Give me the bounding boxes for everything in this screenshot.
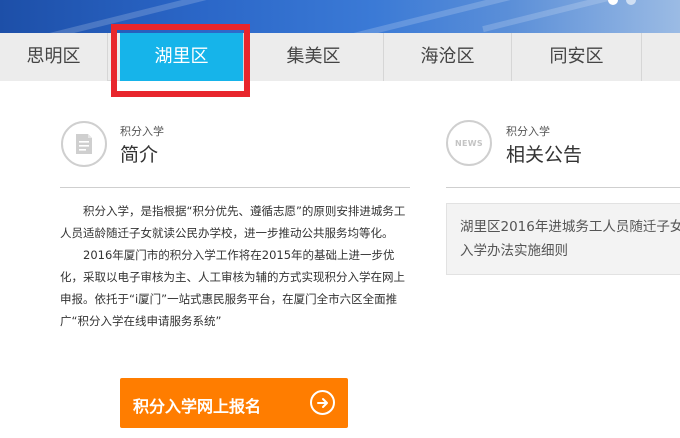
section-title: 相关公告 — [506, 144, 583, 166]
document-icon — [61, 121, 107, 167]
tab-huli[interactable]: 湖里区 — [120, 33, 244, 81]
section-divider — [60, 187, 410, 188]
tab-haicang[interactable]: 海沧区 — [384, 33, 512, 81]
intro-paragraph: 2016年厦门市的积分入学工作将在2015年的基础上进一步优化，采取以电子审核为… — [60, 248, 405, 328]
notice-link-text[interactable]: 湖里区2016年进城务工人员随迁子女 — [460, 215, 680, 239]
carousel-dot[interactable] — [626, 0, 636, 5]
apply-button-label: 积分入学网上报名 — [133, 397, 262, 416]
section-title: 简介 — [120, 144, 159, 166]
section-small-label: 积分入学 — [506, 125, 550, 138]
tab-tongan[interactable]: 同安区 — [512, 33, 642, 81]
carousel-dot[interactable] — [608, 0, 618, 5]
district-tabs: 思明区 湖里区 集美区 海沧区 同安区 — [0, 33, 680, 81]
section-divider — [446, 187, 680, 188]
tab-more[interactable] — [642, 33, 680, 81]
tab-jimei[interactable]: 集美区 — [244, 33, 384, 81]
intro-paragraph: 积分入学，是指根据“积分优先、遵循志愿”的原则安排进城务工人员适龄随迁子女就读公… — [60, 204, 406, 240]
section-small-label: 积分入学 — [120, 125, 164, 138]
banner-image — [0, 0, 680, 33]
news-icon: NEWS — [446, 120, 492, 166]
notice-item[interactable]: 湖里区2016年进城务工人员随迁子女 入学办法实施细则 — [446, 203, 680, 275]
arrow-right-icon — [310, 390, 335, 415]
tab-siming[interactable]: 思明区 — [0, 33, 108, 81]
notice-link-text[interactable]: 入学办法实施细则 — [460, 239, 680, 263]
intro-text: 积分入学，是指根据“积分优先、遵循志愿”的原则安排进城务工人员适龄随迁子女就读公… — [60, 200, 412, 332]
apply-online-button[interactable]: 积分入学网上报名 — [120, 378, 348, 428]
